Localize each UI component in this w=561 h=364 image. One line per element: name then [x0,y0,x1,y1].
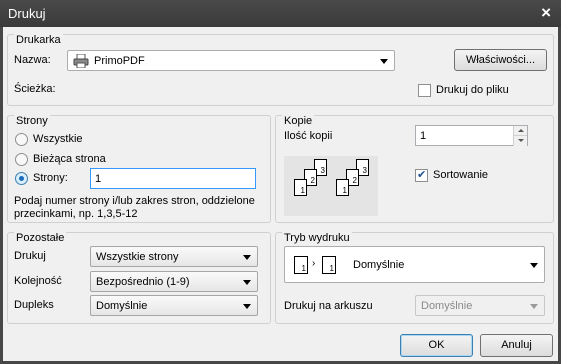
copies-count-label: Ilość kopii [284,130,333,142]
print-mode-group-title: Tryb wydruku [282,232,352,244]
arrow-right-icon: › [312,258,316,269]
copies-group-title: Kopie [282,115,315,127]
print-range-value: Wszystkie strony [96,251,179,263]
ok-button[interactable]: OK [400,334,473,357]
print-to-file-checkbox[interactable] [418,84,431,97]
pages-group: Strony Wszystkie Bieżąca strona Strony: … [7,115,271,223]
spin-up-icon[interactable] [513,126,527,136]
chevron-down-icon [380,59,388,64]
print-range-label: Drukuj [14,250,46,262]
order-select[interactable]: Bezpośrednio (1-9) [90,271,258,292]
mode-page-right: 1 [322,256,336,274]
preview-page: 1 [336,179,349,196]
spin-down-icon[interactable] [513,136,527,146]
page-range-value: 1 [95,173,102,185]
chevron-down-icon [243,255,251,260]
chevron-down-icon [530,263,538,268]
page-range-input[interactable]: 1 [90,168,256,189]
other-group: Pozostałe Drukuj Wszystkie strony Kolejn… [7,232,271,324]
per-sheet-label: Drukuj na arkuszu [284,300,373,312]
mode-page-left: 1 [294,256,308,274]
printer-select[interactable]: PrimoPDF [67,50,395,71]
copies-count-input[interactable]: 1 [415,125,528,146]
dialog-body: Drukarka Nazwa: PrimoPDF Właściwości... … [3,27,558,361]
radio-current-page[interactable] [15,153,28,166]
print-mode-group: Tryb wydruku 1 › 1 Domyślnie Drukuj na a… [275,232,554,324]
radio-page-range[interactable] [15,172,28,185]
print-mode-value: Domyślnie [353,259,405,271]
per-sheet-value: Domyślnie [421,300,473,312]
printer-icon [73,54,89,68]
collate-preview: 3 2 1 3 2 1 [284,156,378,216]
chevron-down-icon [530,304,538,309]
per-sheet-select[interactable]: Domyślnie [415,295,545,316]
current-page-label: Bieżąca strona [33,153,106,165]
close-icon[interactable]: × [541,3,551,23]
page-range-label: Strony: [33,172,68,184]
copies-count-value: 1 [420,130,427,142]
print-range-select[interactable]: Wszystkie strony [90,246,258,267]
printer-path-label: Ścieżka: [14,83,56,95]
collate-label: Sortowanie [433,169,489,181]
duplex-value: Domyślnie [96,300,148,312]
copies-group: Kopie Ilość kopii 1 3 2 1 3 2 1 Sortowan… [275,115,554,223]
duplex-select[interactable]: Domyślnie [90,295,258,316]
print-to-file-label: Drukuj do pliku [436,84,509,96]
window-title: Drukuj [8,6,46,21]
print-dialog: Drukuj × Drukarka Nazwa: PrimoPDF Właści… [0,0,561,364]
all-pages-label: Wszystkie [33,133,83,145]
chevron-down-icon [243,304,251,309]
printer-group: Drukarka Nazwa: PrimoPDF Właściwości... … [7,34,554,106]
print-mode-select[interactable]: 1 › 1 Domyślnie [284,246,545,283]
order-value: Bezpośrednio (1-9) [96,276,190,288]
preview-page: 1 [294,179,307,196]
order-label: Kolejność [14,275,62,287]
collate-checkbox[interactable] [415,168,428,182]
radio-all-pages[interactable] [15,133,28,146]
printer-name-label: Nazwa: [14,54,51,66]
printer-group-title: Drukarka [14,34,63,46]
page-range-hint: Podaj numer strony i/lub zakres stron, o… [14,195,255,220]
cancel-button[interactable]: Anuluj [480,334,553,357]
pages-group-title: Strony [14,115,50,127]
other-group-title: Pozostałe [14,232,67,244]
properties-button[interactable]: Właściwości... [454,49,547,71]
title-bar[interactable]: Drukuj × [0,0,561,27]
chevron-down-icon [243,280,251,285]
duplex-label: Dupleks [14,299,54,311]
printer-name-value: PrimoPDF [94,55,145,67]
